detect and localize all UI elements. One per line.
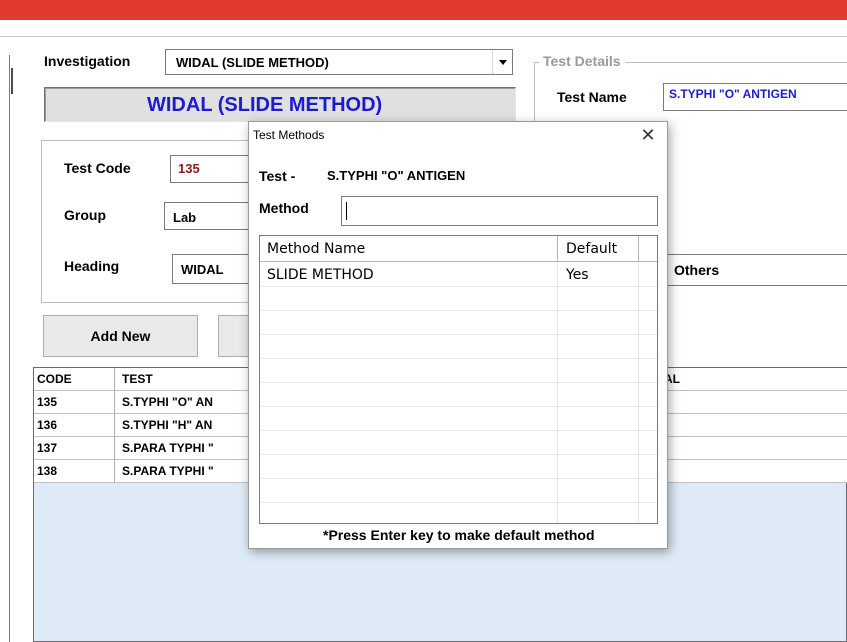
others-field[interactable]: Others <box>667 254 847 286</box>
list-item-empty <box>260 503 657 523</box>
grid-cell-test: S.TYPHI "O" AN <box>122 395 213 409</box>
grid-divider <box>114 414 115 437</box>
investigation-combo[interactable]: WIDAL (SLIDE METHOD) <box>165 49 513 75</box>
grid-cell-code: 135 <box>37 395 58 409</box>
secondary-button[interactable] <box>218 315 248 357</box>
heading-label: Heading <box>64 258 120 274</box>
test-details-legend: Test Details <box>539 53 625 69</box>
grid-header-code: CODE <box>37 372 72 386</box>
dialog-test-value: S.TYPHI "O" ANTIGEN <box>327 168 466 183</box>
add-new-button[interactable]: Add New <box>43 315 198 357</box>
method-search-input[interactable] <box>341 196 658 226</box>
list-item-empty <box>260 287 657 311</box>
test-code-value: 135 <box>178 161 200 176</box>
text-caret <box>346 202 347 220</box>
grid-header-test: TEST <box>122 372 153 386</box>
header-divider <box>557 236 558 262</box>
method-list-header: Method Name Default <box>260 236 657 262</box>
top-accent-bar <box>0 0 847 20</box>
list-item-empty <box>260 431 657 455</box>
group-label: Group <box>64 207 106 223</box>
list-item-empty <box>260 455 657 479</box>
dialog-title: Test Methods <box>253 128 325 142</box>
test-code-label: Test Code <box>64 160 131 176</box>
method-default-cell: Yes <box>566 267 589 283</box>
list-item-empty <box>260 479 657 503</box>
list-item-empty <box>260 335 657 359</box>
list-item-empty <box>260 359 657 383</box>
header-divider <box>638 236 639 262</box>
column-divider <box>638 262 639 523</box>
list-item-empty <box>260 407 657 431</box>
grid-divider <box>114 460 115 483</box>
test-name-value: S.TYPHI "O" ANTIGEN <box>669 87 797 101</box>
list-item[interactable]: SLIDE METHOD Yes <box>260 263 657 287</box>
grid-divider <box>114 368 115 391</box>
investigation-combo-value: WIDAL (SLIDE METHOD) <box>176 55 329 70</box>
grid-divider <box>114 391 115 414</box>
investigation-label: Investigation <box>44 53 131 69</box>
method-list[interactable]: Method Name Default SLIDE METHOD Yes <box>259 235 658 524</box>
method-name-cell: SLIDE METHOD <box>267 267 374 283</box>
others-value: Others <box>674 262 720 278</box>
left-splitter-handle[interactable] <box>11 68 13 94</box>
group-field[interactable]: Lab <box>164 202 260 230</box>
grid-cell-code: 136 <box>37 418 58 432</box>
chevron-down-icon[interactable] <box>492 50 512 74</box>
header-method-name: Method Name <box>267 241 366 257</box>
dialog-hint: *Press Enter key to make default method <box>323 527 595 543</box>
test-code-field[interactable]: 135 <box>170 155 260 183</box>
header-divider <box>0 36 847 37</box>
grid-cell-test: S.PARA TYPHI " <box>122 441 214 455</box>
grid-cell-test: S.PARA TYPHI " <box>122 464 214 478</box>
grid-cell-code: 138 <box>37 464 58 478</box>
header-default: Default <box>566 241 618 257</box>
close-icon[interactable]: ✕ <box>639 124 657 146</box>
list-item-empty <box>260 383 657 407</box>
grid-cell-code: 137 <box>37 441 58 455</box>
heading-field[interactable]: WIDAL <box>172 254 260 284</box>
list-item-empty <box>260 311 657 335</box>
investigation-banner: WIDAL (SLIDE METHOD) <box>44 87 516 122</box>
test-name-field[interactable]: S.TYPHI "O" ANTIGEN <box>663 83 847 111</box>
test-name-label: Test Name <box>557 89 627 105</box>
dialog-method-label: Method <box>259 200 309 216</box>
grid-divider <box>114 437 115 460</box>
left-panel-border <box>9 55 10 642</box>
column-divider <box>557 262 558 523</box>
heading-value: WIDAL <box>181 262 224 277</box>
group-value: Lab <box>173 210 197 225</box>
dialog-test-label: Test - <box>259 168 296 184</box>
investigation-banner-text: WIDAL (SLIDE METHOD) <box>147 94 383 116</box>
test-methods-dialog: Test Methods ✕ Test - S.TYPHI "O" ANTIGE… <box>248 121 668 549</box>
grid-cell-test: S.TYPHI "H" AN <box>122 418 213 432</box>
